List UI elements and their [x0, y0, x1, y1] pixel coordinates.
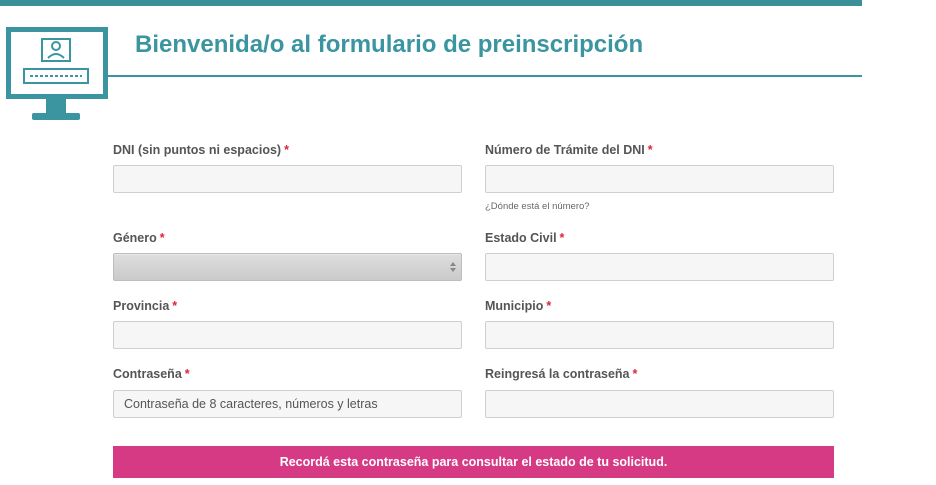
password-repeat-input[interactable] — [486, 391, 833, 417]
password-repeat-field[interactable] — [485, 390, 834, 418]
computer-monitor-user-icon — [6, 27, 108, 120]
dni-label: DNI (sin puntos ni espacios) * — [113, 143, 289, 157]
municipio-field[interactable] — [485, 321, 834, 349]
password-label: Contraseña * — [113, 367, 190, 381]
dni-input[interactable] — [114, 166, 461, 192]
provincia-field[interactable] — [113, 321, 462, 349]
required-marker: * — [172, 299, 178, 313]
provincia-input[interactable] — [114, 322, 461, 348]
municipio-label: Municipio * — [485, 299, 552, 313]
estado-civil-label: Estado Civil * — [485, 231, 565, 245]
required-marker: * — [159, 231, 165, 245]
password-field[interactable] — [113, 390, 462, 418]
password-input[interactable] — [114, 391, 461, 417]
required-marker: * — [647, 143, 653, 157]
municipio-input[interactable] — [486, 322, 833, 348]
tramite-help-link[interactable]: ¿Dónde está el número? — [485, 201, 590, 212]
required-marker: * — [559, 231, 565, 245]
tramite-label: Número de Trámite del DNI * — [485, 143, 653, 157]
estado-civil-field[interactable] — [485, 253, 834, 281]
password-reminder-banner: Recordá esta contraseña para consultar e… — [113, 446, 834, 478]
dni-field[interactable] — [113, 165, 462, 193]
tramite-field[interactable] — [485, 165, 834, 193]
top-accent-bar — [0, 0, 862, 6]
title-divider — [104, 75, 862, 77]
required-marker: * — [632, 367, 638, 381]
genero-select[interactable] — [113, 253, 462, 281]
required-marker: * — [184, 367, 190, 381]
required-marker: * — [284, 143, 289, 157]
estado-civil-input[interactable] — [486, 254, 833, 280]
select-updown-icon — [450, 262, 456, 272]
provincia-label: Provincia * — [113, 299, 178, 313]
password-repeat-label: Reingresá la contraseña * — [485, 367, 638, 381]
required-marker: * — [546, 299, 552, 313]
genero-label: Género * — [113, 231, 165, 245]
tramite-input[interactable] — [486, 166, 833, 192]
page-title: Bienvenida/o al formulario de preinscrip… — [135, 31, 644, 58]
